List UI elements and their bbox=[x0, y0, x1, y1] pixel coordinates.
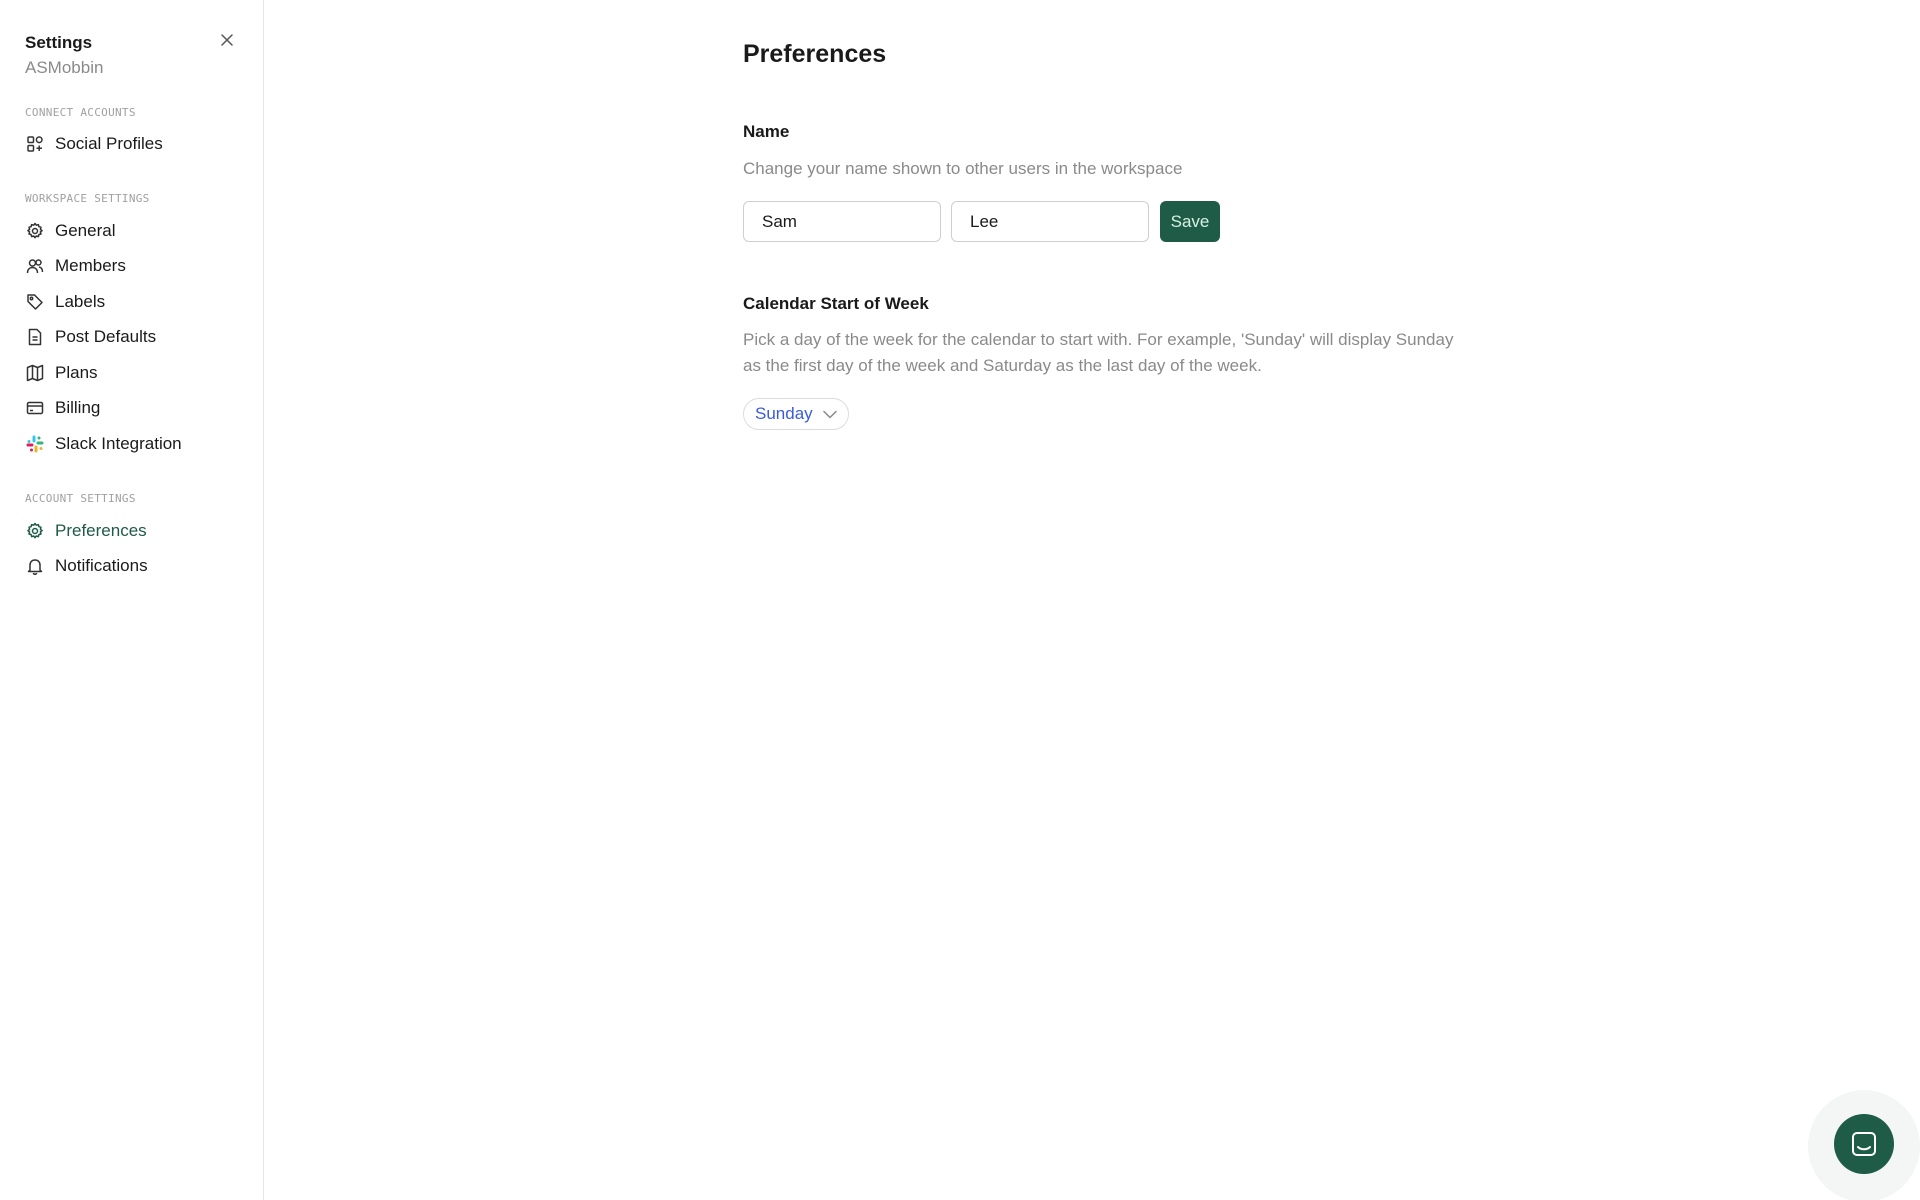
gear-icon bbox=[25, 521, 45, 541]
sidebar-item-labels[interactable]: Labels bbox=[18, 286, 248, 318]
chevron-down-icon bbox=[822, 410, 837, 419]
sidebar-item-preferences[interactable]: Preferences bbox=[18, 515, 248, 547]
sidebar-item-general[interactable]: General bbox=[18, 215, 248, 247]
selected-day: Sunday bbox=[755, 404, 813, 423]
sidebar-item-label: Preferences bbox=[55, 521, 147, 540]
section-label-connect-accounts: CONNECT ACCOUNTS bbox=[25, 106, 136, 119]
week-start-dropdown[interactable]: Sunday bbox=[743, 398, 849, 430]
sidebar-item-social-profiles[interactable]: Social Profiles bbox=[18, 128, 248, 160]
chat-launcher-button[interactable] bbox=[1834, 1114, 1894, 1174]
calendar-section-title: Calendar Start of Week bbox=[743, 294, 929, 313]
sidebar-item-label: Members bbox=[55, 256, 126, 275]
map-icon bbox=[25, 363, 45, 383]
save-button[interactable]: Save bbox=[1160, 201, 1220, 242]
sidebar-item-label: Labels bbox=[55, 292, 106, 311]
workspace-name: ASMobbin bbox=[25, 58, 104, 77]
section-label-account-settings: ACCOUNT SETTINGS bbox=[25, 492, 136, 505]
sidebar-item-label: Plans bbox=[55, 363, 98, 382]
sidebar-item-label: Notifications bbox=[55, 556, 148, 575]
close-settings-button[interactable] bbox=[217, 30, 237, 50]
settings-sidebar: Settings ASMobbin CONNECT ACCOUNTS Socia… bbox=[0, 0, 264, 1200]
last-name-input[interactable] bbox=[951, 201, 1149, 242]
users-icon bbox=[25, 256, 45, 276]
slack-icon bbox=[25, 434, 45, 454]
sidebar-header: Settings ASMobbin bbox=[25, 32, 245, 79]
grid-plus-icon bbox=[25, 134, 45, 154]
page-title: Preferences bbox=[743, 40, 887, 68]
sidebar-item-plans[interactable]: Plans bbox=[18, 357, 248, 389]
credit-card-icon bbox=[25, 398, 45, 418]
sidebar-item-label: Slack Integration bbox=[55, 434, 182, 453]
calendar-section-description: Pick a day of the week for the calendar … bbox=[743, 330, 1454, 375]
close-icon bbox=[221, 34, 233, 46]
name-section-title: Name bbox=[743, 122, 790, 141]
tag-icon bbox=[25, 292, 45, 312]
sidebar-item-label: Post Defaults bbox=[55, 327, 157, 346]
document-icon bbox=[25, 327, 45, 347]
section-label-workspace-settings: WORKSPACE SETTINGS bbox=[25, 192, 150, 205]
sidebar-item-slack-integration[interactable]: Slack Integration bbox=[18, 428, 248, 460]
gear-icon bbox=[25, 221, 45, 241]
name-section-description: Change your name shown to other users in… bbox=[743, 159, 1183, 178]
sidebar-item-post-defaults[interactable]: Post Defaults bbox=[18, 321, 248, 353]
sidebar-item-label: Social Profiles bbox=[55, 134, 163, 153]
sidebar-item-members[interactable]: Members bbox=[18, 250, 248, 282]
sidebar-item-billing[interactable]: Billing bbox=[18, 392, 248, 424]
sidebar-title: Settings bbox=[25, 33, 93, 52]
chat-icon bbox=[1852, 1132, 1876, 1156]
sidebar-item-label: Billing bbox=[55, 398, 101, 417]
sidebar-item-label: General bbox=[55, 221, 116, 240]
bell-icon bbox=[25, 556, 45, 576]
first-name-input[interactable] bbox=[743, 201, 941, 242]
sidebar-item-notifications[interactable]: Notifications bbox=[18, 550, 248, 582]
